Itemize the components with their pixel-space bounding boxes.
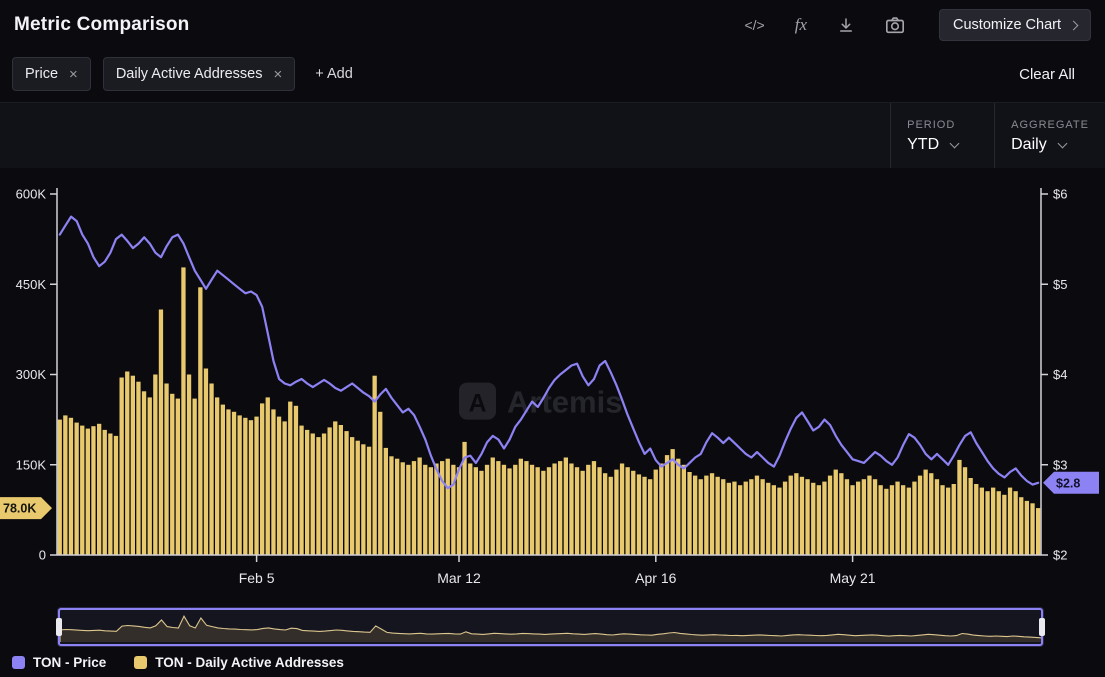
svg-text:Feb 5: Feb 5 (239, 570, 275, 586)
brush-handle-right[interactable] (1039, 618, 1045, 636)
daa-swatch (134, 656, 147, 669)
brush-handle-left[interactable] (56, 618, 62, 636)
customize-chart-label: Customize Chart (953, 17, 1061, 33)
svg-text:$6: $6 (1053, 187, 1067, 202)
metric-chips-row: Price × Daily Active Addresses × + Add C… (0, 46, 1105, 102)
svg-text:$2: $2 (1053, 548, 1067, 563)
price-swatch (12, 656, 25, 669)
chevron-down-icon (950, 138, 960, 148)
combo-chart[interactable]: AArtemis0150K300K450K600K$2$3$4$5$6Feb 5… (0, 168, 1105, 600)
svg-text:Apr 16: Apr 16 (635, 570, 676, 586)
svg-text:$3: $3 (1053, 457, 1067, 472)
svg-text:A: A (468, 390, 486, 418)
clear-all-button[interactable]: Clear All (1019, 66, 1091, 83)
legend-item-daa[interactable]: TON - Daily Active Addresses (134, 655, 344, 670)
aggregate-dropdown[interactable]: AGGREGATE Daily (994, 103, 1105, 168)
chip-price-label: Price (25, 66, 58, 82)
customize-chart-button[interactable]: Customize Chart (939, 9, 1091, 41)
legend: TON - Price TON - Daily Active Addresses (0, 646, 1105, 670)
screenshot-camera-icon[interactable] (885, 16, 905, 34)
period-label: PERIOD (907, 119, 978, 131)
chart-area[interactable]: AArtemis0150K300K450K600K$2$3$4$5$6Feb 5… (0, 168, 1105, 600)
svg-text:600K: 600K (16, 187, 47, 202)
chip-daily-active-addresses[interactable]: Daily Active Addresses × (103, 57, 295, 91)
minimap-chart (60, 610, 1041, 644)
svg-text:Mar 12: Mar 12 (437, 570, 481, 586)
svg-text:300K: 300K (16, 367, 47, 382)
page-title: Metric Comparison (14, 14, 190, 36)
aggregate-label: AGGREGATE (1011, 119, 1089, 131)
download-icon[interactable] (837, 16, 855, 34)
svg-text:450K: 450K (16, 277, 47, 292)
svg-text:78.0K: 78.0K (3, 502, 36, 516)
chip-daa-label: Daily Active Addresses (116, 66, 263, 82)
svg-text:$2.8: $2.8 (1056, 476, 1080, 490)
legend-daa-label: TON - Daily Active Addresses (155, 655, 344, 670)
header: Metric Comparison </> fx Customize Chart (0, 0, 1105, 46)
svg-text:$4: $4 (1053, 367, 1067, 382)
svg-text:May 21: May 21 (830, 570, 876, 586)
svg-text:$5: $5 (1053, 277, 1067, 292)
formula-icon[interactable]: fx (795, 15, 807, 35)
chart-controls-row: PERIOD YTD AGGREGATE Daily (0, 102, 1105, 168)
chip-daa-close-icon[interactable]: × (274, 67, 283, 82)
period-dropdown[interactable]: PERIOD YTD (890, 103, 994, 168)
chevron-down-icon (1057, 138, 1067, 148)
embed-code-icon[interactable]: </> (744, 17, 764, 33)
chip-price-close-icon[interactable]: × (69, 67, 78, 82)
header-actions: </> fx Customize Chart (744, 9, 1091, 41)
legend-item-price[interactable]: TON - Price (12, 655, 106, 670)
svg-text:0: 0 (39, 548, 46, 563)
legend-price-label: TON - Price (33, 655, 106, 670)
add-metric-button[interactable]: + Add (315, 66, 353, 82)
period-value: YTD (907, 136, 939, 154)
aggregate-value: Daily (1011, 136, 1047, 154)
svg-text:150K: 150K (16, 457, 47, 472)
range-brush[interactable] (58, 608, 1043, 646)
chip-price[interactable]: Price × (12, 57, 91, 91)
chevron-right-icon (1069, 20, 1079, 30)
